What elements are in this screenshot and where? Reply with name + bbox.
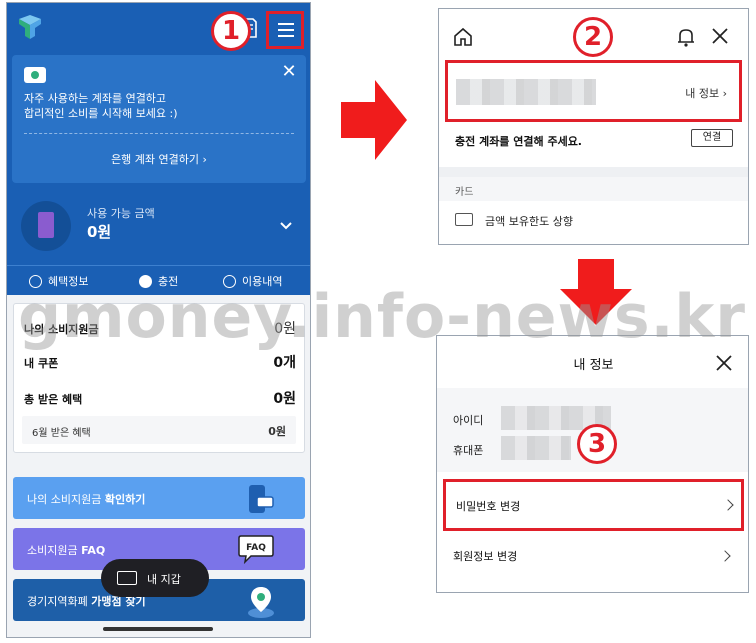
divider bbox=[24, 133, 294, 134]
gmoney-home-screen: 1 ✕ 자주 사용하는 계좌를 연결하고 합리적인 소비를 시작해 보세요 :)… bbox=[6, 2, 311, 638]
summary-value: 0개 bbox=[273, 355, 296, 371]
edit-member-info-label: 회원정보 변경 bbox=[453, 550, 518, 563]
bell-icon[interactable] bbox=[677, 27, 695, 47]
promo-check-support[interactable]: 나의 소비지원금 확인하기 bbox=[13, 477, 305, 519]
quick-tabs: 혜택정보 충전 이용내역 bbox=[7, 265, 310, 295]
chevron-down-icon[interactable] bbox=[279, 219, 293, 233]
banner-close-icon[interactable]: ✕ bbox=[280, 63, 298, 81]
tab-label: 충전 bbox=[158, 275, 179, 288]
section-title: 카드 bbox=[455, 187, 474, 198]
my-wallet-label: 내 지갑 bbox=[147, 573, 181, 586]
banner-message: 자주 사용하는 계좌를 연결하고 합리적인 소비를 시작해 보세요 :) bbox=[24, 91, 264, 121]
edit-member-info-row[interactable]: 회원정보 변경 bbox=[437, 536, 748, 576]
map-pin-icon bbox=[248, 587, 274, 618]
summary-row[interactable]: 나의 소비지원금 0원 bbox=[24, 318, 296, 338]
hamburger-menu-button[interactable] bbox=[266, 11, 304, 49]
step-2-marker: 2 bbox=[573, 17, 613, 57]
side-menu-panel: 2 내 정보 › 충전 계좌를 연결해 주세요. 연결 카드 금액 보유한도 상… bbox=[438, 8, 749, 245]
raise-limit-menu-item[interactable]: 금액 보유한도 상향 bbox=[485, 213, 573, 229]
screenshot-root: 1 ✕ 자주 사용하는 계좌를 연결하고 합리적인 소비를 시작해 보세요 :)… bbox=[0, 0, 756, 643]
summary-label: 내 쿠폰 bbox=[24, 357, 59, 370]
account-connect-banner: ✕ 자주 사용하는 계좌를 연결하고 합리적인 소비를 시작해 보세요 :) 은… bbox=[12, 55, 306, 183]
summary-label: 총 받은 혜택 bbox=[24, 393, 83, 406]
promo-prefix: 나의 소비지원금 bbox=[27, 493, 105, 506]
tab-label: 혜택정보 bbox=[48, 275, 89, 288]
benefit-summary-card: 나의 소비지원금 0원 내 쿠폰 0개 총 받은 혜택 0원 6월 받은 혜택 … bbox=[13, 303, 305, 453]
summary-row[interactable]: 총 받은 혜택 0원 bbox=[24, 388, 296, 408]
menu-line-icon bbox=[278, 23, 294, 25]
tab-benefits[interactable]: 혜택정보 bbox=[29, 273, 88, 289]
summary-label: 나의 소비지원금 bbox=[24, 323, 99, 336]
connect-account-text: 충전 계좌를 연결해 주세요. bbox=[455, 135, 582, 148]
arrow-right-icon bbox=[341, 80, 407, 160]
card-section-header: 카드 bbox=[439, 177, 748, 201]
bank-card-icon bbox=[24, 67, 46, 83]
balance-value: 0원 bbox=[87, 223, 112, 241]
promo-bold: 확인하기 bbox=[104, 493, 146, 506]
promo-prefix: 소비지원금 bbox=[27, 544, 82, 557]
faq-bubble-icon: FAQ bbox=[238, 535, 274, 565]
connect-bank-account-link[interactable]: 은행 계좌 연결하기 › bbox=[12, 151, 306, 167]
monthly-benefit-row: 6월 받은 혜택 0원 bbox=[22, 416, 296, 444]
menu-line-icon bbox=[278, 29, 294, 31]
blurred-user-name bbox=[456, 79, 596, 105]
my-info-link[interactable]: 내 정보 › bbox=[685, 85, 727, 101]
tab-charge[interactable]: 충전 bbox=[139, 273, 178, 289]
promo-text: 나의 소비지원금 확인하기 bbox=[27, 491, 145, 507]
tab-label: 이용내역 bbox=[242, 275, 283, 288]
chevron-right-icon bbox=[719, 550, 731, 562]
section-gap bbox=[439, 167, 748, 177]
won-icon bbox=[139, 274, 152, 288]
phone-label: 휴대폰 bbox=[453, 444, 484, 457]
close-icon[interactable] bbox=[711, 27, 729, 45]
arrow-down-icon bbox=[560, 259, 632, 325]
gmoney-card-image bbox=[21, 201, 71, 251]
change-password-label: 비밀번호 변경 bbox=[456, 500, 521, 513]
wallet-icon bbox=[117, 571, 137, 585]
faq-badge-text: FAQ bbox=[246, 543, 266, 553]
balance-label: 사용 가능 금액 bbox=[87, 207, 155, 220]
home-icon[interactable] bbox=[453, 27, 473, 47]
home-indicator bbox=[103, 627, 213, 631]
card-limit-icon bbox=[455, 213, 473, 226]
connect-button[interactable]: 연결 bbox=[691, 129, 733, 147]
gmoney-logo-icon bbox=[19, 15, 41, 39]
id-label: 아이디 bbox=[453, 414, 484, 427]
percent-icon bbox=[29, 274, 42, 288]
home-content: 나의 소비지원금 0원 내 쿠폰 0개 총 받은 혜택 0원 6월 받은 혜택 … bbox=[7, 295, 310, 637]
page-title: 내 정보 bbox=[573, 358, 614, 373]
step-1-marker: 1 bbox=[211, 11, 251, 51]
list-icon bbox=[223, 274, 236, 288]
menu-line-icon bbox=[278, 35, 294, 37]
balance-section[interactable]: 사용 가능 금액 0원 bbox=[7, 193, 310, 261]
promo-prefix: 경기지역화폐 bbox=[27, 595, 92, 608]
chevron-right-icon bbox=[722, 499, 734, 511]
summary-value: 0원 bbox=[274, 321, 296, 337]
promo-text: 소비지원금 FAQ bbox=[27, 542, 105, 558]
promo-bold: FAQ bbox=[81, 544, 106, 557]
banner-line: 자주 사용하는 계좌를 연결하고 bbox=[24, 92, 167, 105]
my-wallet-button[interactable]: 내 지갑 bbox=[101, 559, 209, 597]
blurred-phone-number bbox=[501, 436, 571, 460]
close-icon[interactable] bbox=[715, 354, 733, 372]
profile-row[interactable]: 내 정보 › bbox=[445, 60, 742, 122]
my-info-panel: 내 정보 아이디 휴대폰 3 비밀번호 변경 회원정보 변경 bbox=[436, 335, 749, 593]
banner-line: 합리적인 소비를 시작해 보세요 :) bbox=[24, 107, 178, 120]
monthly-benefit-label: 6월 받은 혜택 bbox=[32, 428, 91, 439]
step-3-marker: 3 bbox=[577, 424, 617, 464]
summary-row[interactable]: 내 쿠폰 0개 bbox=[24, 352, 296, 372]
phone-card-icon bbox=[249, 485, 274, 513]
change-password-row[interactable]: 비밀번호 변경 bbox=[443, 479, 744, 531]
tab-history[interactable]: 이용내역 bbox=[223, 273, 282, 289]
summary-value: 0원 bbox=[273, 391, 296, 407]
app-header bbox=[7, 3, 310, 53]
monthly-benefit-value: 0원 bbox=[268, 425, 286, 438]
